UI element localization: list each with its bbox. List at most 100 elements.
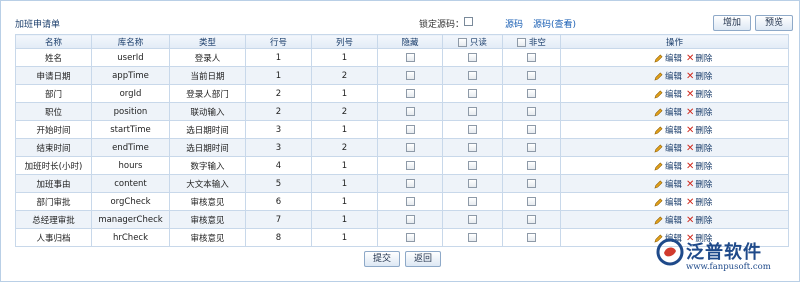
required-checkbox[interactable] — [527, 70, 536, 80]
delete-link[interactable]: ✕删除 — [686, 160, 712, 172]
pencil-icon — [654, 108, 663, 117]
table-row: 部门审批 orgCheck 审核意见 6 1 编辑 ✕删除 — [15, 192, 789, 211]
cell-db-name: startTime — [91, 120, 170, 139]
pencil-icon — [654, 90, 663, 99]
delete-link[interactable]: ✕删除 — [686, 214, 712, 226]
cell-type: 登录人部门 — [169, 84, 246, 103]
cell-hidden — [377, 66, 443, 85]
submit-button[interactable]: 提交 — [364, 251, 400, 267]
readonly-checkbox[interactable] — [468, 142, 477, 152]
delete-label: 删除 — [695, 125, 713, 136]
readonly-checkbox[interactable] — [468, 124, 477, 134]
edit-link[interactable]: 编辑 — [654, 106, 682, 118]
hidden-checkbox[interactable] — [405, 196, 415, 206]
delete-link[interactable]: ✕删除 — [686, 70, 712, 82]
cell-db-name: hours — [91, 156, 170, 175]
hidden-checkbox[interactable] — [405, 142, 415, 152]
delete-link[interactable]: ✕删除 — [686, 88, 712, 100]
table-row: 部门 orgId 登录人部门 2 1 编辑 ✕删除 — [15, 84, 789, 103]
pencil-icon — [654, 216, 663, 225]
hidden-checkbox[interactable] — [405, 70, 415, 80]
hidden-checkbox[interactable] — [405, 124, 415, 134]
cell-type: 当前日期 — [169, 66, 246, 85]
readonly-checkbox[interactable] — [468, 214, 477, 224]
cell-actions: 编辑 ✕删除 — [560, 66, 789, 85]
hidden-checkbox[interactable] — [405, 160, 415, 170]
edit-link[interactable]: 编辑 — [654, 142, 682, 154]
table-row: 申请日期 appTime 当前日期 1 2 编辑 ✕删除 — [15, 66, 789, 85]
add-button[interactable]: 增加 — [713, 15, 751, 31]
edit-link[interactable]: 编辑 — [654, 214, 682, 226]
readonly-checkbox[interactable] — [468, 232, 477, 242]
required-header-label: 非空 — [528, 37, 546, 48]
cell-type: 选日期时间 — [169, 138, 246, 157]
cell-col: 1 — [311, 210, 378, 229]
delete-link[interactable]: ✕删除 — [686, 52, 712, 64]
edit-label: 编辑 — [665, 161, 683, 172]
edit-label: 编辑 — [665, 89, 683, 100]
required-checkbox[interactable] — [527, 232, 536, 242]
cell-name: 总经理审批 — [15, 210, 92, 229]
required-checkbox[interactable] — [527, 52, 536, 62]
hidden-checkbox[interactable] — [405, 178, 415, 188]
readonly-checkbox[interactable] — [468, 196, 477, 206]
cell-required — [502, 102, 561, 121]
table-row: 姓名 userId 登录人 1 1 编辑 ✕删除 — [15, 48, 789, 67]
delete-link[interactable]: ✕删除 — [686, 106, 712, 118]
edit-link[interactable]: 编辑 — [654, 196, 682, 208]
back-button[interactable]: 返回 — [405, 251, 441, 267]
hidden-checkbox[interactable] — [405, 106, 415, 116]
edit-link[interactable]: 编辑 — [654, 70, 682, 82]
required-checkbox[interactable] — [527, 196, 536, 206]
source-view-link[interactable]: 源码(查看) — [533, 17, 576, 30]
preview-button[interactable]: 预览 — [755, 15, 793, 31]
delete-link[interactable]: ✕删除 — [686, 196, 712, 208]
cell-row: 7 — [245, 210, 312, 229]
cell-db-name: hrCheck — [91, 228, 170, 247]
readonly-checkbox[interactable] — [468, 70, 477, 80]
cell-type: 联动输入 — [169, 102, 246, 121]
required-checkbox[interactable] — [527, 124, 536, 134]
required-checkbox[interactable] — [527, 214, 536, 224]
cell-readonly — [442, 210, 503, 229]
required-checkbox[interactable] — [527, 106, 536, 116]
cell-required — [502, 66, 561, 85]
required-checkbox[interactable] — [527, 142, 536, 152]
delete-link[interactable]: ✕删除 — [686, 142, 712, 154]
readonly-checkbox[interactable] — [468, 88, 477, 98]
source-link[interactable]: 源码 — [505, 17, 523, 30]
hidden-checkbox[interactable] — [405, 214, 415, 224]
required-checkbox[interactable] — [527, 88, 536, 98]
cell-row: 3 — [245, 138, 312, 157]
cell-db-name: endTime — [91, 138, 170, 157]
lock-source-label: 锁定源码： — [419, 20, 465, 30]
required-all-checkbox[interactable] — [517, 37, 527, 47]
edit-link[interactable]: 编辑 — [654, 52, 682, 64]
readonly-checkbox[interactable] — [468, 160, 477, 170]
cell-type: 数字输入 — [169, 156, 246, 175]
edit-link[interactable]: 编辑 — [654, 124, 682, 136]
col-header-db-name: 库名称 — [91, 34, 170, 49]
cell-col: 1 — [311, 120, 378, 139]
edit-link[interactable]: 编辑 — [654, 88, 682, 100]
readonly-all-checkbox[interactable] — [458, 37, 468, 47]
edit-link[interactable]: 编辑 — [654, 178, 682, 190]
lock-source-checkbox[interactable] — [464, 17, 473, 26]
delete-label: 删除 — [695, 89, 713, 100]
delete-link[interactable]: ✕删除 — [686, 178, 712, 190]
required-checkbox[interactable] — [527, 178, 536, 188]
edit-link[interactable]: 编辑 — [654, 160, 682, 172]
delete-icon: ✕ — [686, 196, 695, 208]
hidden-checkbox[interactable] — [405, 88, 415, 98]
col-header-readonly: 只读 — [442, 34, 503, 49]
required-checkbox[interactable] — [527, 160, 536, 170]
hidden-checkbox[interactable] — [405, 232, 415, 242]
readonly-checkbox[interactable] — [468, 106, 477, 116]
delete-link[interactable]: ✕删除 — [686, 124, 712, 136]
readonly-checkbox[interactable] — [468, 178, 477, 188]
col-header-required: 非空 — [502, 34, 561, 49]
readonly-checkbox[interactable] — [468, 52, 477, 62]
readonly-header-label: 只读 — [469, 37, 487, 48]
cell-hidden — [377, 210, 443, 229]
hidden-checkbox[interactable] — [405, 52, 415, 62]
